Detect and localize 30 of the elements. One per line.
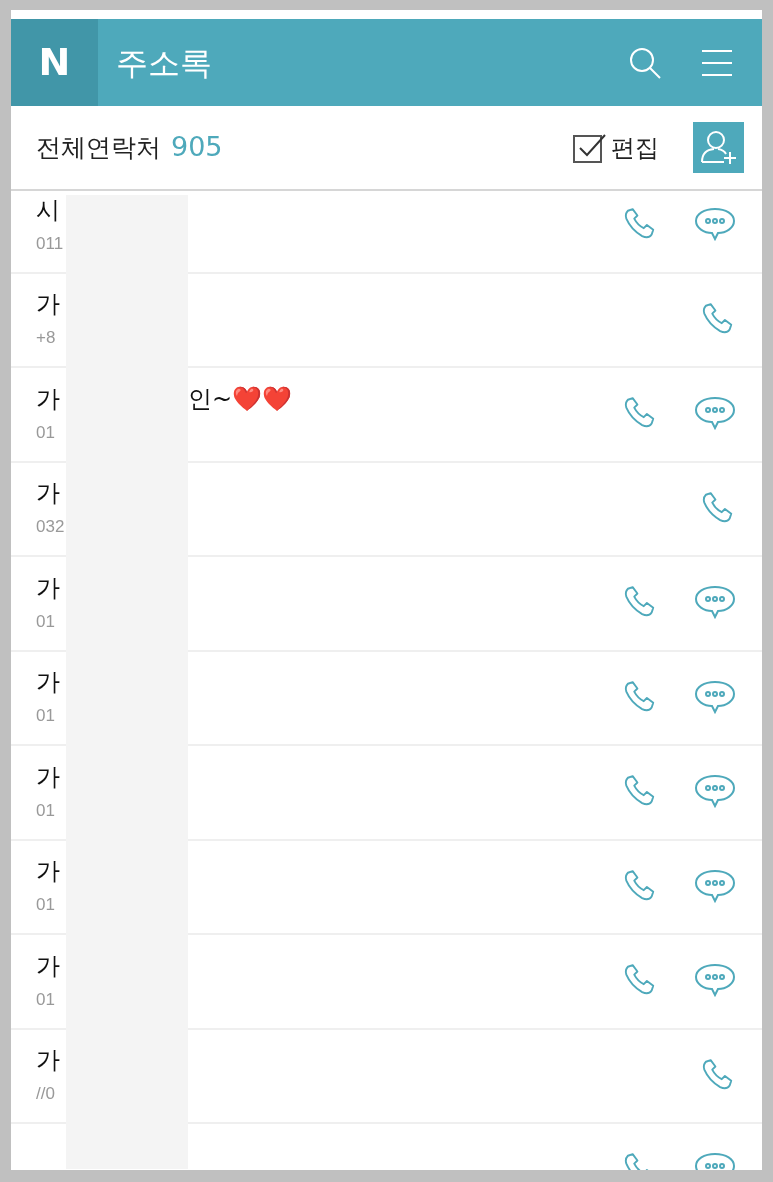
contact-name: 인~❤❤ [188,383,293,414]
phone-number: 011 [36,232,65,255]
contact-name: 가 [36,478,60,508]
edit-button[interactable]: 편집 [573,129,659,166]
contact-name: 시 [36,194,60,225]
page-title: 주소록 [116,42,212,84]
contacts-count: 905 [171,130,223,165]
contact-name: 가 [36,572,60,603]
search-icon[interactable] [628,45,662,80]
contact-name: 가 [36,289,60,319]
contact-name: 가 [36,383,60,414]
contact-name: 가 [36,667,60,697]
menu-icon[interactable] [702,49,732,76]
phone-number: 032 [36,516,66,538]
contact-name: 가 [36,1045,60,1075]
contact-name: 가 [36,856,60,886]
contact-name: 가 [36,950,60,981]
phone-number: 01 [36,421,56,444]
phone-number: 01 [36,988,56,1011]
phone-number: 01 [36,610,56,633]
phone-number: +8 [36,327,57,349]
contacts-label: 전체연락처 [36,131,161,164]
add-person-icon [699,129,738,166]
phone-number: 01 [36,799,56,822]
phone-number: //0 [36,1083,56,1105]
phone-number: 01 [36,705,56,727]
phone-number: 01 [36,894,56,916]
add-contact-button[interactable] [693,122,744,173]
contact-name: 가 [36,761,60,792]
checkbox-icon [573,132,607,163]
